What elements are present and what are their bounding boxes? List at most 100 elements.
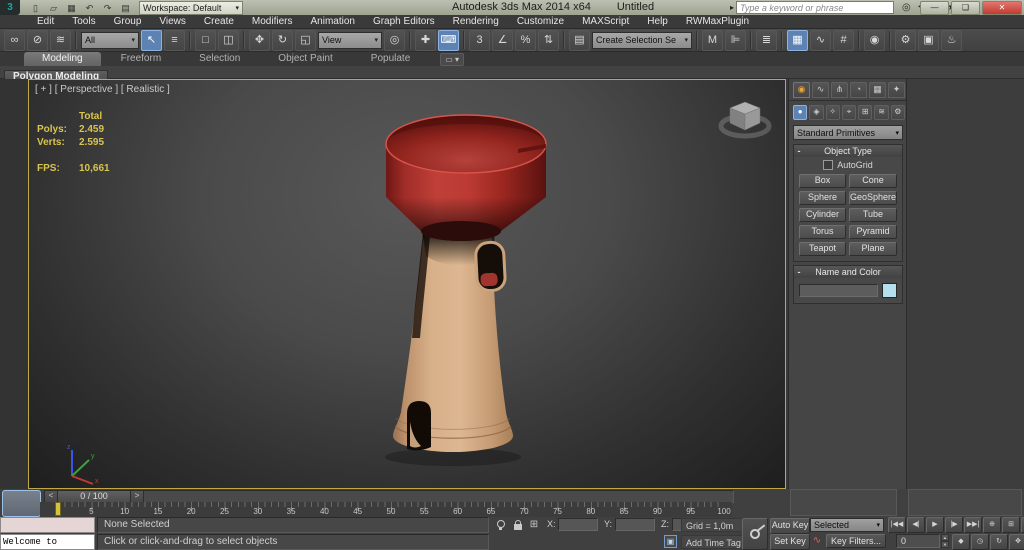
object-type-header[interactable]: - Object Type xyxy=(794,145,902,157)
object-name-input[interactable] xyxy=(799,284,878,297)
search-input[interactable] xyxy=(736,1,894,14)
select-by-name-button[interactable]: ≡ xyxy=(164,30,185,51)
ribbon-tab-modeling[interactable]: Modeling xyxy=(24,52,101,66)
reference-coordinate-dropdown[interactable]: View▾ xyxy=(318,32,382,49)
tab-modify[interactable]: ∿ xyxy=(812,82,829,98)
select-and-link-button[interactable]: ∞ xyxy=(4,30,25,51)
ribbon-tab-object-paint[interactable]: Object Paint xyxy=(260,52,350,66)
obj-type-tube[interactable]: Tube xyxy=(849,208,897,222)
tab-motion[interactable]: ◔ xyxy=(850,82,867,98)
menu-tools[interactable]: Tools xyxy=(63,15,104,29)
ribbon-toggle-button[interactable]: ▦ xyxy=(787,30,808,51)
time-configuration-button[interactable]: ◷ xyxy=(971,534,989,550)
undo-button[interactable]: ↶ xyxy=(82,2,97,14)
subtab-shapes[interactable]: ◈ xyxy=(809,105,823,120)
viewport-label[interactable]: [ + ] [ Perspective ] [ Realistic ] xyxy=(35,84,170,95)
ribbon-tab-populate[interactable]: Populate xyxy=(353,52,428,66)
goto-end-button[interactable]: ▶▶| xyxy=(964,517,982,533)
set-keys-button[interactable] xyxy=(742,518,768,550)
default-in-out-tangents-icon[interactable]: ∿ xyxy=(810,535,824,548)
mirror-button[interactable]: M xyxy=(702,30,723,51)
model-render[interactable]: z y x xyxy=(29,80,785,488)
menu-edit[interactable]: Edit xyxy=(28,15,63,29)
obj-type-torus[interactable]: Torus xyxy=(799,225,846,239)
spinner-snap-button[interactable]: ⇅ xyxy=(538,30,559,51)
ribbon-tab-selection[interactable]: Selection xyxy=(181,52,258,66)
menu-group[interactable]: Group xyxy=(105,15,151,29)
tab-display[interactable]: ▦ xyxy=(869,82,886,98)
use-pivot-point-center-button[interactable]: ◎ xyxy=(384,30,405,51)
current-frame-field[interactable]: 0 xyxy=(896,534,940,548)
obj-type-cone[interactable]: Cone xyxy=(849,174,897,188)
rendered-frame-window-button[interactable]: ▣ xyxy=(918,30,939,51)
subtab-geometry[interactable]: ● xyxy=(793,105,807,120)
selection-filter-dropdown[interactable]: All▾ xyxy=(81,32,139,49)
subtab-cameras[interactable]: ⌖ xyxy=(842,105,856,120)
snap-toggle-3d-button[interactable]: 3 xyxy=(469,30,490,51)
autogrid-checkbox[interactable] xyxy=(823,160,833,170)
select-and-scale-button[interactable]: ◱ xyxy=(295,30,316,51)
frame-spinner[interactable]: ▲▼ xyxy=(941,534,949,548)
selection-lock-icon[interactable] xyxy=(511,519,525,532)
perspective-viewport[interactable]: z y x [ + ] [ Perspective ] [ Realistic … xyxy=(28,79,786,489)
prev-frame-button[interactable]: ◀| xyxy=(907,517,925,533)
rectangular-selection-region-button[interactable]: □ xyxy=(195,30,216,51)
key-filters-button[interactable]: Key Filters... xyxy=(826,534,886,548)
redo-button[interactable]: ↷ xyxy=(100,2,115,14)
subtab-systems[interactable]: ⚙ xyxy=(891,105,905,120)
bind-to-space-warp-button[interactable]: ≋ xyxy=(50,30,71,51)
maxscript-mini-listener[interactable]: Welcome to MAXScrip xyxy=(0,534,95,550)
zoom-all-button[interactable]: ⊞ xyxy=(1002,517,1020,533)
y-coordinate-field[interactable] xyxy=(615,518,655,531)
auto-key-button[interactable]: Auto Key xyxy=(770,518,810,534)
subtab-space-warps[interactable]: ≋ xyxy=(874,105,888,120)
edit-named-selection-sets-button[interactable]: ▤ xyxy=(569,30,590,51)
menu-rendering[interactable]: Rendering xyxy=(444,15,508,29)
menu-modifiers[interactable]: Modifiers xyxy=(243,15,302,29)
maximize-button[interactable]: ❏ xyxy=(951,1,980,15)
named-selection-dropdown[interactable]: Create Selection Se▾ xyxy=(592,32,692,49)
search-button[interactable]: ◎ xyxy=(902,1,911,14)
window-crossing-button[interactable]: ◫ xyxy=(218,30,239,51)
menu-maxscript[interactable]: MAXScript xyxy=(573,15,638,29)
ribbon-tab-freeform[interactable]: Freeform xyxy=(103,52,180,66)
render-production-button[interactable]: ♨ xyxy=(941,30,962,51)
tab-utilities[interactable]: ✦ xyxy=(888,82,905,98)
next-frame-button[interactable]: |▶ xyxy=(945,517,963,533)
select-and-manipulate-button[interactable]: ✚ xyxy=(415,30,436,51)
manage-layers-button[interactable]: ≣ xyxy=(756,30,777,51)
menu-views[interactable]: Views xyxy=(150,15,195,29)
select-and-rotate-button[interactable]: ↻ xyxy=(272,30,293,51)
name-color-header[interactable]: - Name and Color xyxy=(794,266,902,278)
subtab-lights[interactable]: ✧ xyxy=(826,105,840,120)
obj-type-teapot[interactable]: Teapot xyxy=(799,242,846,256)
absolute-mode-icon[interactable]: ⊞ xyxy=(527,519,541,532)
unlink-selection-button[interactable]: ⊘ xyxy=(27,30,48,51)
x-coordinate-field[interactable] xyxy=(558,518,598,531)
tab-create[interactable]: ◉ xyxy=(793,82,810,98)
goto-start-button[interactable]: |◀◀ xyxy=(888,517,906,533)
selection-set-dropdown[interactable]: Selected ▾ xyxy=(810,518,884,532)
obj-type-geosphere[interactable]: GeoSphere xyxy=(849,191,897,205)
curve-editor-button[interactable]: ∿ xyxy=(810,30,831,51)
select-and-move-button[interactable]: ✥ xyxy=(249,30,270,51)
workspace-dropdown[interactable]: Workspace: Default ▾ xyxy=(139,1,243,15)
percent-snap-button[interactable]: % xyxy=(515,30,536,51)
open-file-button[interactable]: ▱ xyxy=(46,2,61,14)
obj-type-plane[interactable]: Plane xyxy=(849,242,897,256)
render-setup-button[interactable]: ⚙ xyxy=(895,30,916,51)
pan-button[interactable]: ✥ xyxy=(1009,534,1024,550)
app-logo-icon[interactable]: 3 xyxy=(0,0,20,15)
current-frame-marker[interactable] xyxy=(55,502,61,516)
menu-animation[interactable]: Animation xyxy=(301,15,363,29)
key-mode-toggle-button[interactable]: ◆ xyxy=(952,534,970,550)
align-button[interactable]: ⊫ xyxy=(725,30,746,51)
time-slider-handle[interactable]: 0 / 100 xyxy=(58,491,131,502)
select-object-button[interactable]: ↖ xyxy=(141,30,162,51)
maxscript-mini-input[interactable] xyxy=(0,517,95,533)
save-file-button[interactable]: ▦ xyxy=(64,2,79,14)
play-button[interactable]: ▶ xyxy=(926,517,944,533)
subtab-helpers[interactable]: ⊞ xyxy=(858,105,872,120)
obj-type-cylinder[interactable]: Cylinder xyxy=(799,208,846,222)
menu-rwmaxplugin[interactable]: RWMaxPlugin xyxy=(677,15,758,29)
